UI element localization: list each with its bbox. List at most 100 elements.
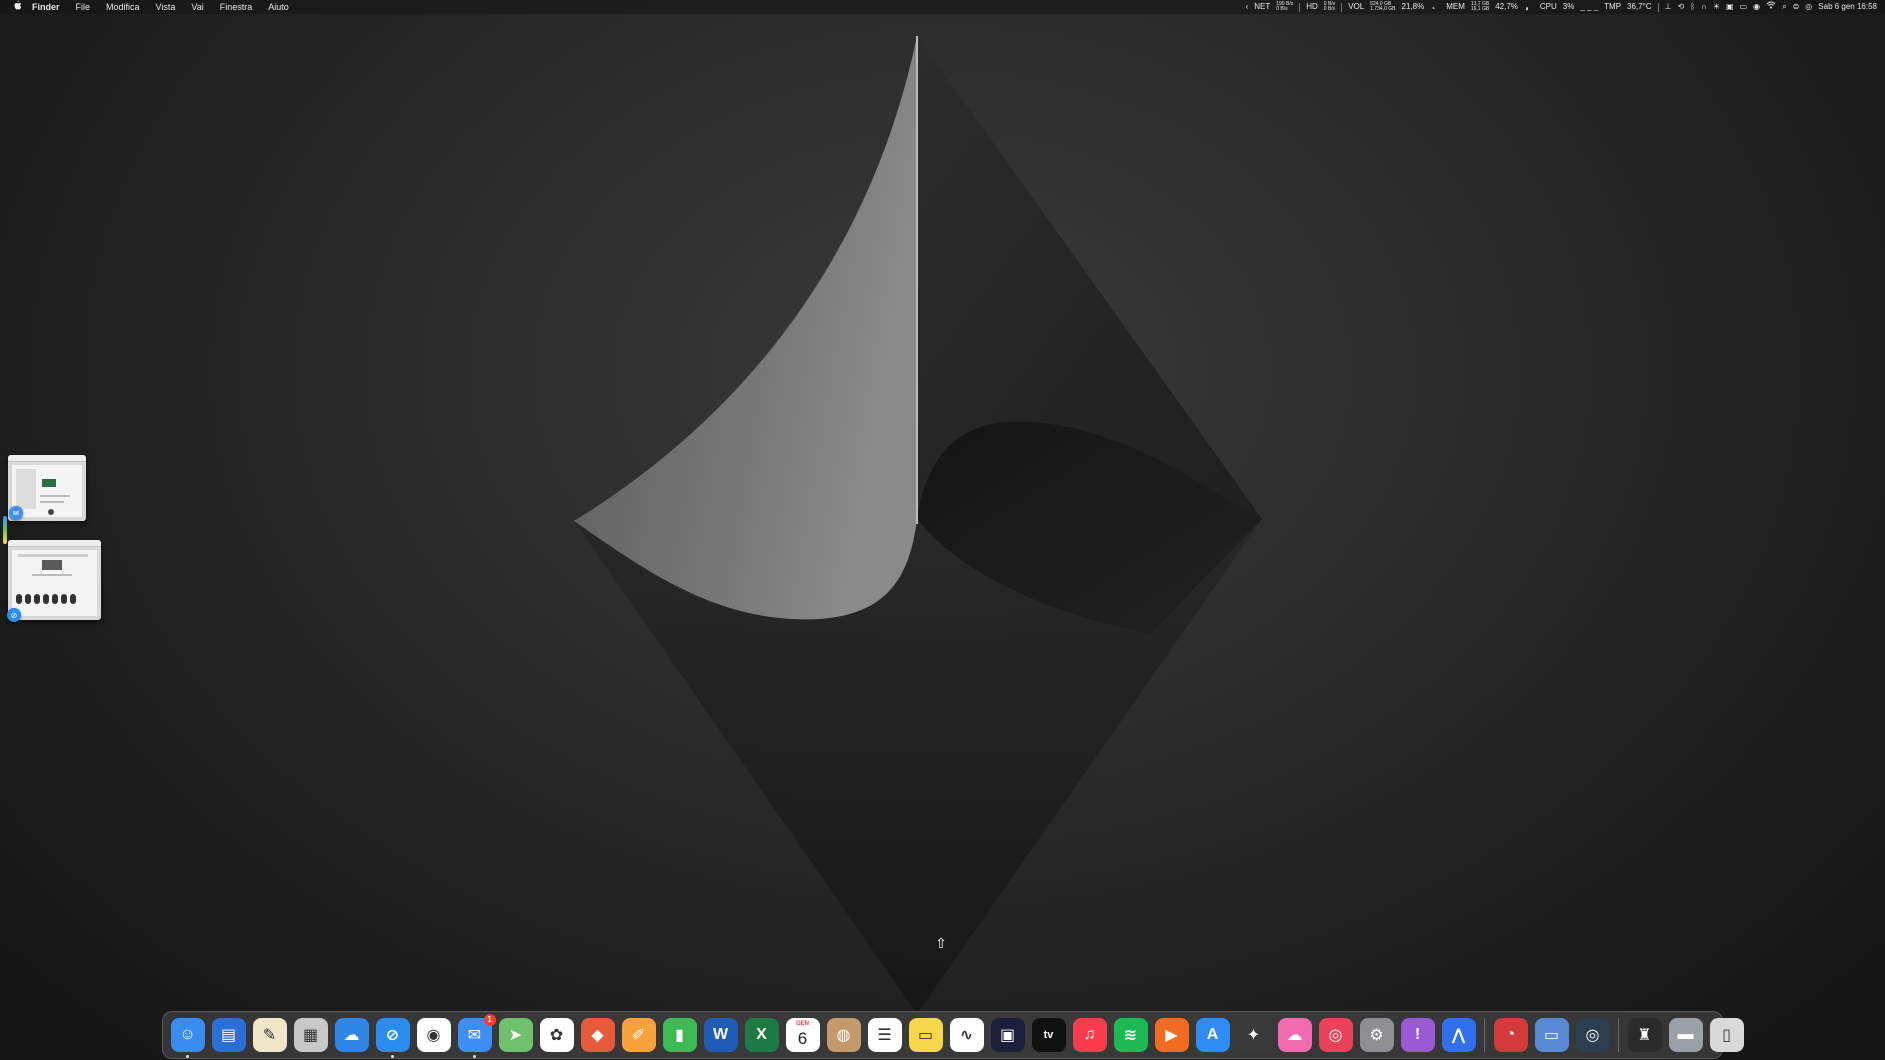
stage-thumb-item xyxy=(34,594,40,604)
bar-graph-icon[interactable]: ⊥ xyxy=(1665,0,1672,14)
user-icon[interactable]: ◉ xyxy=(1753,0,1760,14)
safari-glyph: ⊘ xyxy=(385,1027,400,1044)
nordvpn-glyph: ⋀ xyxy=(1451,1027,1466,1044)
downloads-folder-icon[interactable]: ▬ xyxy=(1668,1018,1703,1052)
cpu-graph-icon: _ _ _ xyxy=(1580,2,1599,11)
divider xyxy=(1341,2,1343,12)
brightness-icon[interactable]: ☀ xyxy=(1713,0,1720,14)
cloud-app-icon[interactable]: ☁ xyxy=(1277,1018,1312,1052)
stage-thumb-line xyxy=(40,495,70,497)
speed-test-icon[interactable]: ◔ xyxy=(1493,1018,1528,1052)
menu-view[interactable]: Vista xyxy=(148,0,184,14)
menu-clock[interactable]: Sab 6 gen 16:58 xyxy=(1818,0,1877,14)
music-icon[interactable]: ♫ xyxy=(1072,1018,1107,1052)
photos-glyph: ✿ xyxy=(549,1027,564,1044)
mem-percent: 21,8% xyxy=(1401,2,1425,11)
menu-edit[interactable]: Modifica xyxy=(98,0,148,14)
apple-tv-glyph: tv xyxy=(1043,1029,1054,1041)
chrome-icon[interactable]: ◉ xyxy=(416,1018,451,1052)
net-readout: 190 B/s 0 B/s xyxy=(1276,2,1293,12)
nordvpn-icon[interactable]: ⋀ xyxy=(1441,1018,1476,1052)
word-icon[interactable]: W xyxy=(703,1018,738,1052)
screen-sharing-icon[interactable]: ▭ xyxy=(1534,1018,1569,1052)
chevron-left-icon[interactable]: ‹ xyxy=(1246,0,1249,14)
trash-glyph: ▯ xyxy=(1722,1027,1731,1044)
bartender-icon[interactable]: ♜ xyxy=(1627,1018,1662,1052)
finder-glyph: ☺ xyxy=(179,1026,196,1043)
siri-icon[interactable]: ◎ xyxy=(1805,0,1812,14)
files-icon[interactable]: ▤ xyxy=(211,1018,246,1052)
hd-label: HD xyxy=(1306,2,1318,11)
bluetooth-icon[interactable]: ᛒ xyxy=(1690,0,1695,14)
menu-window[interactable]: Finestra xyxy=(212,0,261,14)
system-settings-glyph: ⚙ xyxy=(1369,1027,1384,1044)
maps-icon[interactable]: ➤ xyxy=(498,1018,533,1052)
cpu-percent: 42,7% xyxy=(1495,2,1518,11)
stage-thumb-item xyxy=(43,594,49,604)
notes-glyph: ▭ xyxy=(917,1027,934,1044)
menu-help[interactable]: Aiuto xyxy=(260,0,297,14)
mail-icon[interactable]: ✉ 1 xyxy=(457,1014,496,1058)
headphones-icon[interactable]: ∩ xyxy=(1701,0,1707,14)
stage-thumb-dot xyxy=(48,509,54,515)
craft-icon[interactable]: ✦ xyxy=(1236,1018,1271,1052)
excel-glyph: X xyxy=(756,1026,767,1043)
menu-app-name[interactable]: Finder xyxy=(24,0,68,14)
stage-thumb-block xyxy=(42,560,62,570)
camera-app-icon[interactable]: ◎ xyxy=(1318,1018,1353,1052)
system-settings-icon[interactable]: ⚙ xyxy=(1359,1018,1394,1052)
numbers-icon[interactable]: ▮ xyxy=(662,1018,697,1052)
pixelmator-glyph: ◆ xyxy=(591,1027,604,1044)
menu-bar: Finder File Modifica Vista Vai Finestra … xyxy=(0,0,1885,14)
stage-window-titlebar xyxy=(8,455,86,462)
running-indicator xyxy=(186,1055,189,1058)
apple-menu-icon[interactable] xyxy=(10,0,24,15)
freeform-icon[interactable]: ∿ xyxy=(949,1018,984,1052)
rotate-icon[interactable]: ⟲ xyxy=(1678,0,1685,14)
spotify-icon[interactable]: ≋ xyxy=(1113,1018,1148,1052)
calendar-day: 6 xyxy=(797,1029,808,1048)
app-store-icon[interactable]: A xyxy=(1195,1018,1230,1052)
stage-thumb-line xyxy=(18,554,88,557)
control-center-icon[interactable]: ⊜ xyxy=(1793,0,1800,14)
stage-window-safari[interactable] xyxy=(8,540,101,620)
music-glyph: ♫ xyxy=(1083,1026,1096,1043)
contacts-icon[interactable]: ◍ xyxy=(826,1018,861,1052)
contacts-glyph: ◍ xyxy=(836,1027,851,1044)
apple-tv-icon[interactable]: tv xyxy=(1031,1018,1066,1052)
tmp-label: TMP xyxy=(1604,2,1622,11)
menu-file[interactable]: File xyxy=(68,0,99,14)
window-icon[interactable]: ▭ xyxy=(1740,0,1748,14)
screen-record-icon[interactable]: ▣ xyxy=(1726,0,1734,14)
launchpad-icon[interactable]: ▦ xyxy=(293,1018,328,1052)
pages-glyph: ✐ xyxy=(631,1027,646,1044)
notes-icon[interactable]: ▭ xyxy=(908,1018,943,1052)
shift-cursor-icon: ⇧ xyxy=(935,935,947,951)
wifi-icon[interactable] xyxy=(1766,0,1776,14)
feedback-icon[interactable]: ! xyxy=(1400,1018,1435,1052)
stage-sidebar xyxy=(16,469,36,509)
zoom-icon[interactable]: ▣ xyxy=(990,1018,1025,1052)
cloud-app-glyph: ☁ xyxy=(1286,1027,1303,1044)
safari-icon[interactable]: ⊘ xyxy=(375,1018,410,1058)
menu-go[interactable]: Vai xyxy=(183,0,211,14)
network-radar-icon[interactable]: ◎ xyxy=(1575,1018,1610,1052)
finder-icon[interactable]: ☺ xyxy=(170,1018,205,1058)
reminders-icon[interactable]: ☰ xyxy=(867,1018,902,1052)
trash-icon[interactable]: ▯ xyxy=(1709,1018,1744,1052)
stage-thumb-block xyxy=(42,479,56,487)
hd-write: 0 B/s xyxy=(1323,6,1336,12)
bartender-glyph: ♜ xyxy=(1637,1027,1652,1044)
pixelmator-icon[interactable]: ◆ xyxy=(580,1018,615,1052)
dock: ☺ ▤ ✎ ▦ ☁ ⊘ ◉ ✉ 1 ➤ ✿ ◆ ✐ ▮ W X GEN 6 ◍ ☰ ▭ ∿ ▣ tv ♫ ≋ ▶ A ✦ ☁ ◎ ⚙! ⋀ ◔ ▭ ◎… xyxy=(162,1011,1744,1059)
weather-icon[interactable]: ☁ xyxy=(334,1018,369,1052)
excel-icon[interactable]: X xyxy=(744,1018,779,1052)
calendar-icon[interactable]: GEN 6 xyxy=(785,1018,820,1052)
app-store-glyph: A xyxy=(1206,1026,1219,1043)
infuse-icon[interactable]: ▶ xyxy=(1154,1018,1189,1052)
mem-readout: 13,7 GB 16,1 GB xyxy=(1471,2,1489,12)
search-icon[interactable]: ⌕ xyxy=(1782,0,1786,14)
notes-pen-icon[interactable]: ✎ xyxy=(252,1018,287,1052)
pages-icon[interactable]: ✐ xyxy=(621,1018,656,1052)
photos-icon[interactable]: ✿ xyxy=(539,1018,574,1052)
